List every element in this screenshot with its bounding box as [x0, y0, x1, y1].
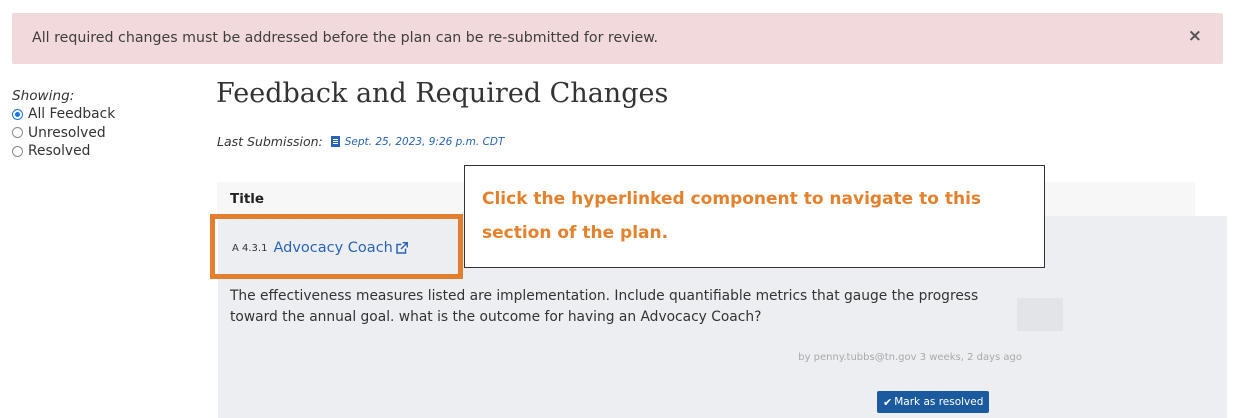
filter-option-label: Resolved — [28, 143, 91, 160]
column-header-title: Title — [230, 191, 265, 207]
feedback-byline: by penny.tubbs@tn.gov 3 weeks, 2 days ag… — [798, 352, 1022, 363]
filter-option-unresolved[interactable]: Unresolved — [12, 124, 115, 143]
filter-option-resolved[interactable]: Resolved — [12, 142, 115, 161]
alert-banner: All required changes must be addressed b… — [12, 13, 1223, 64]
last-submission: Last Submission: Sept. 25, 2023, 9:26 p.… — [217, 134, 504, 149]
document-icon[interactable] — [330, 136, 340, 147]
mark-as-resolved-button[interactable]: ✔ Mark as resolved — [877, 391, 990, 413]
last-submission-date-link[interactable]: Sept. 25, 2023, 9:26 p.m. CDT — [345, 136, 505, 148]
feedback-text: The effectiveness measures listed are im… — [230, 288, 979, 325]
radio-resolved[interactable] — [12, 145, 23, 157]
last-submission-label: Last Submission: — [217, 134, 323, 149]
filter-option-all-feedback[interactable]: All Feedback — [12, 105, 115, 124]
radio-all-feedback[interactable] — [12, 108, 23, 120]
filter-label: Showing: — [12, 88, 75, 104]
alert-message: All required changes must be addressed b… — [32, 30, 659, 46]
annotation-callout-text: Click the hyperlinked component to navig… — [482, 189, 982, 243]
filter-option-label: Unresolved — [28, 124, 106, 141]
annotation-highlight-box — [210, 214, 463, 279]
filter-option-label: All Feedback — [28, 106, 116, 123]
resolve-button-label: Mark as resolved — [894, 396, 984, 408]
check-icon: ✔ — [883, 395, 893, 409]
close-icon[interactable]: × — [1188, 26, 1202, 46]
page-title: Feedback and Required Changes — [216, 78, 669, 109]
annotation-callout: Click the hyperlinked component to navig… — [464, 165, 1045, 268]
radio-unresolved[interactable] — [12, 127, 23, 139]
feedback-filter: Showing: All Feedback Unresolved Resolve… — [12, 87, 115, 161]
